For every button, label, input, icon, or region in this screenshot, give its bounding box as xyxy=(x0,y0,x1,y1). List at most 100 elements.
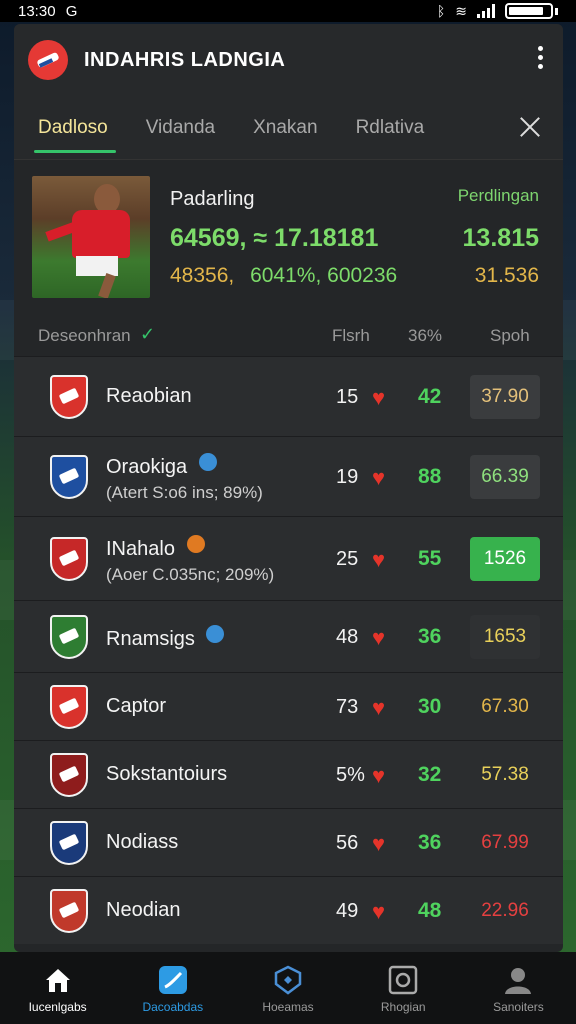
team-name-text: Captor xyxy=(106,695,167,717)
team-badge-icon xyxy=(186,535,205,553)
nav-square[interactable]: Rhogian xyxy=(346,952,461,1024)
team-name: Neodian xyxy=(106,899,181,922)
featured-label: Perdlingan xyxy=(457,186,539,205)
team-stat-b: 48 xyxy=(418,899,442,922)
team-name-text: Sokstantoiurs xyxy=(106,763,228,785)
team-crest-icon xyxy=(50,537,88,581)
column-b[interactable]: 36% xyxy=(408,326,442,346)
nav-stats-label: Dacoabdas xyxy=(142,1000,204,1014)
column-a[interactable]: Flsrh xyxy=(332,326,370,346)
team-stat-a: 5% xyxy=(336,764,365,786)
team-row[interactable]: Captor 73 ♥ 30 67.30 xyxy=(14,672,563,740)
team-score: 67.99 xyxy=(481,832,529,853)
column-name[interactable]: Deseonhran xyxy=(38,326,131,346)
team-stat-b: 30 xyxy=(418,695,442,718)
team-name-text: Nodiass xyxy=(106,831,179,853)
heart-icon[interactable]: ♥ xyxy=(372,387,392,409)
team-stat-a: 19 xyxy=(336,466,359,488)
check-icon: ✓ xyxy=(140,324,156,344)
app-logo-icon xyxy=(28,40,68,80)
team-name: Captor xyxy=(106,695,166,718)
tab-dadloso[interactable]: Dadloso xyxy=(34,99,116,157)
team-crest-icon xyxy=(50,615,88,659)
team-badge-icon xyxy=(198,453,217,471)
heart-icon[interactable]: ♥ xyxy=(372,467,392,489)
nav-home[interactable]: Iucenlgabs xyxy=(0,952,115,1024)
tab-rdlativa[interactable]: Rdlativa xyxy=(354,99,427,157)
team-stat-a: 73 xyxy=(336,696,359,718)
featured-stats-secondary-a: 48356, xyxy=(170,264,235,287)
team-score: 57.38 xyxy=(481,764,529,785)
shield-icon xyxy=(274,965,302,995)
team-row[interactable]: Oraokiga (Atert S:o6 ins; 89%) 19 ♥ 88 6… xyxy=(14,436,563,516)
team-name-text: Neodian xyxy=(106,899,181,921)
column-c[interactable]: Spoh xyxy=(490,326,530,346)
team-stat-b: 42 xyxy=(418,385,442,408)
team-row[interactable]: Rnamsigs 48 ♥ 36 1653 xyxy=(14,600,563,672)
team-name-text: Reaobian xyxy=(106,385,192,407)
nav-stats[interactable]: Dacoabdas xyxy=(115,952,230,1024)
battery-icon xyxy=(505,3,553,19)
signal-icon xyxy=(477,4,495,18)
team-stat-b: 36 xyxy=(418,831,442,854)
team-crest-icon xyxy=(50,889,88,933)
team-stat-a: 49 xyxy=(336,900,359,922)
team-badge-icon xyxy=(206,625,225,643)
team-row[interactable]: Reaobian 15 ♥ 42 37.90 xyxy=(14,356,563,436)
status-bar: 13:30 G ᛒ ≋ xyxy=(0,0,576,22)
team-name: Nodiass xyxy=(106,831,178,854)
tab-bar: Dadloso Vidanda Xnakan Rdlativa xyxy=(14,96,563,160)
team-stat-a: 48 xyxy=(336,626,359,648)
league-panel: INDAHRIS LADNGIA Dadloso Vidanda Xnakan … xyxy=(14,24,563,952)
team-stat-a: 25 xyxy=(336,548,359,570)
team-stat-b: 36 xyxy=(418,625,442,648)
app-title: INDAHRIS LADNGIA xyxy=(84,48,286,71)
team-score: 1526 xyxy=(470,537,540,581)
nav-shield[interactable]: Hoeamas xyxy=(230,952,345,1024)
team-stat-b: 88 xyxy=(418,465,442,488)
featured-stats-secondary-b: 6041%, 600236 xyxy=(250,264,398,287)
team-crest-icon xyxy=(50,753,88,797)
bluetooth-icon: ᛒ xyxy=(436,3,446,19)
team-crest-icon xyxy=(50,821,88,865)
team-row[interactable]: Neodian 49 ♥ 48 22.96 xyxy=(14,876,563,944)
tab-xnakan[interactable]: Xnakan xyxy=(251,99,319,157)
featured-player-card[interactable]: Padarling Perdlingan 64569, ≈ 17.18181 1… xyxy=(14,160,563,314)
team-row[interactable]: Nodiass 56 ♥ 36 67.99 xyxy=(14,808,563,876)
status-carrier: G xyxy=(65,2,78,20)
heart-icon[interactable]: ♥ xyxy=(372,549,392,571)
stats-icon xyxy=(158,966,187,994)
featured-stats-secondary: 48356, 6041%, 600236 xyxy=(170,264,397,288)
team-row[interactable]: INahalo (Aoer C.035nc; 209%) 25 ♥ 55 152… xyxy=(14,516,563,600)
featured-info: Padarling Perdlingan 64569, ≈ 17.18181 1… xyxy=(170,176,545,287)
team-detail: (Aoer C.035nc; 209%) xyxy=(106,565,275,584)
heart-icon[interactable]: ♥ xyxy=(372,901,392,923)
team-crest-icon xyxy=(50,455,88,499)
nav-square-label: Rhogian xyxy=(380,1000,426,1014)
featured-stats-primary: 64569, ≈ 17.18181 xyxy=(170,224,379,252)
nav-profile[interactable]: Sanoiters xyxy=(461,952,576,1024)
home-icon xyxy=(45,969,70,992)
profile-icon xyxy=(505,968,532,994)
team-crest-icon xyxy=(50,685,88,729)
heart-icon[interactable]: ♥ xyxy=(372,627,392,649)
team-name: Oraokiga xyxy=(106,453,217,479)
team-name: Rnamsigs xyxy=(106,625,225,651)
more-menu-icon[interactable] xyxy=(538,46,543,69)
team-name: Sokstantoiurs xyxy=(106,763,227,786)
heart-icon[interactable]: ♥ xyxy=(372,833,392,855)
battery-tip xyxy=(555,7,558,15)
column-header: Deseonhran ✓ Flsrh 36% Spoh xyxy=(14,314,563,356)
heart-icon[interactable]: ♥ xyxy=(372,697,392,719)
close-icon[interactable] xyxy=(517,114,543,140)
team-crest-icon xyxy=(50,375,88,419)
team-name: Reaobian xyxy=(106,385,192,408)
team-score: 1653 xyxy=(470,615,540,659)
team-stat-a: 56 xyxy=(336,832,359,854)
app-header: INDAHRIS LADNGIA xyxy=(14,24,563,96)
team-score: 37.90 xyxy=(470,375,540,419)
tab-vidanda[interactable]: Vidanda xyxy=(144,99,217,157)
heart-icon[interactable]: ♥ xyxy=(372,765,392,787)
team-row[interactable]: Sokstantoiurs 5% ♥ 32 57.38 xyxy=(14,740,563,808)
bottom-nav: Iucenlgabs Dacoabdas Hoeamas Rhogian San… xyxy=(0,952,576,1024)
